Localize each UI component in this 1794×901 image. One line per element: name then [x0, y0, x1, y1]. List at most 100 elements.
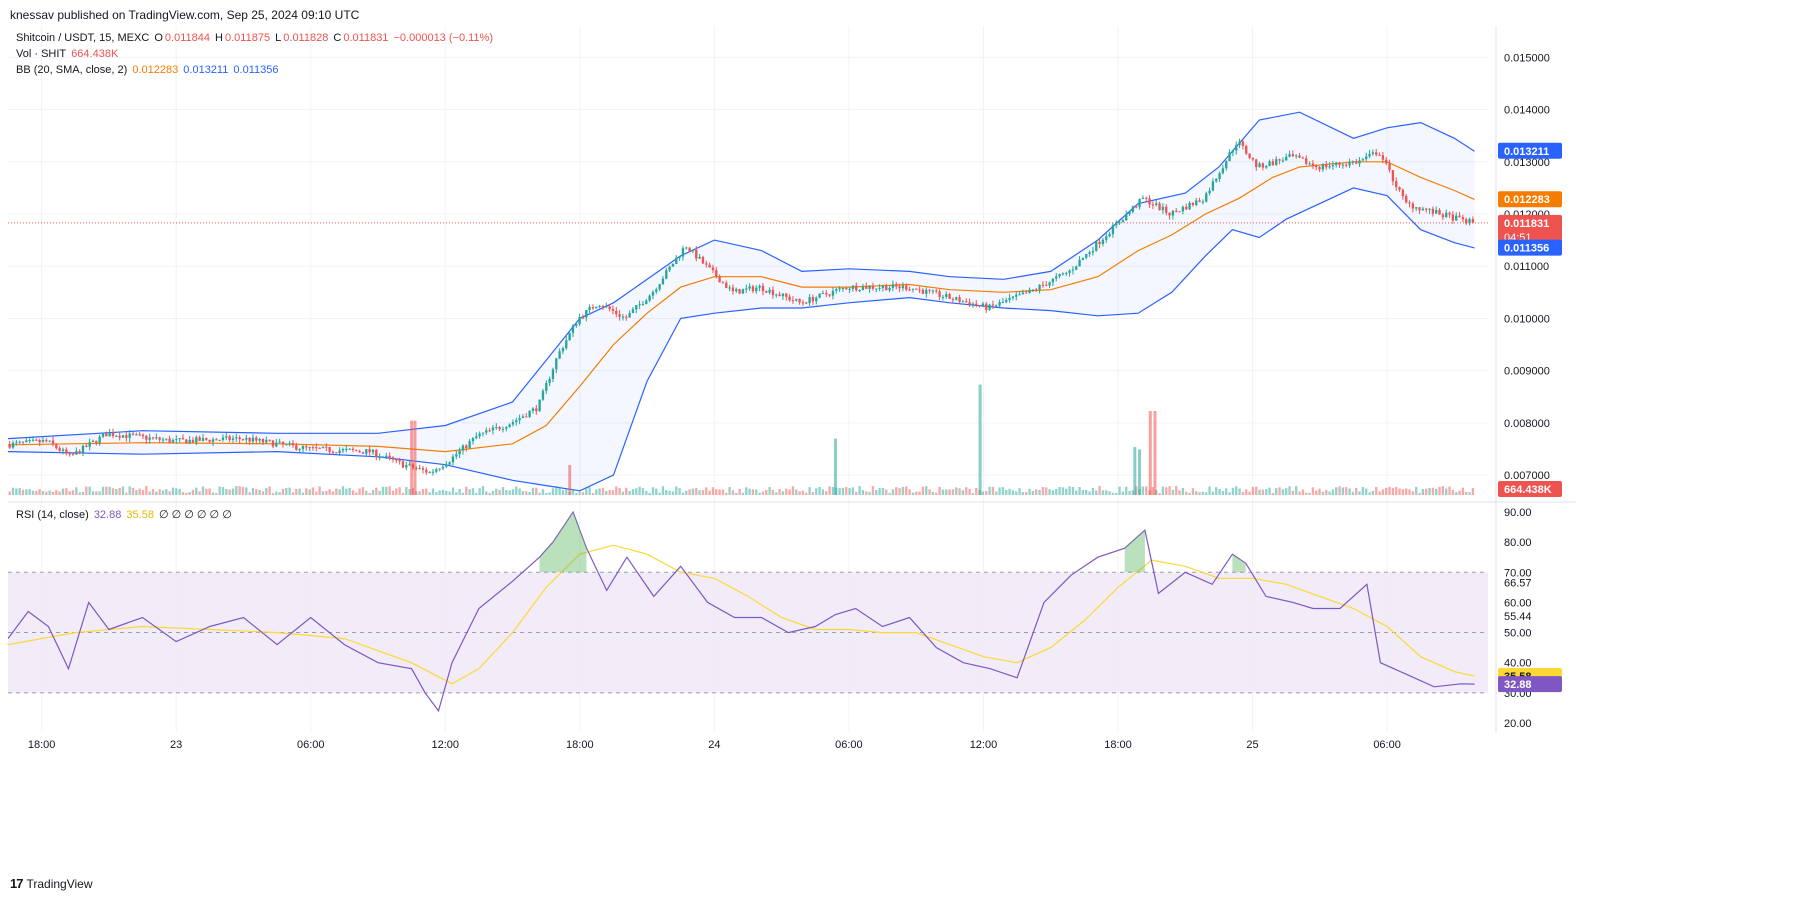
candle-body: [1085, 253, 1088, 258]
candle-body: [558, 351, 561, 359]
volume-bar: [478, 488, 481, 495]
tradingview-logo-icon: 17: [10, 876, 24, 891]
legend-change: −0.000013 (−0.11%): [393, 32, 493, 44]
candle-body: [565, 340, 568, 349]
candle-body: [508, 424, 511, 428]
candle-body: [138, 434, 141, 436]
candle-body: [1011, 296, 1015, 298]
volume-bar: [115, 489, 118, 495]
candle-body: [471, 437, 475, 442]
volume-bar: [1091, 488, 1095, 495]
candle-body: [1258, 163, 1261, 167]
volume-bar: [1301, 489, 1305, 495]
candle-body: [771, 289, 775, 296]
candle-body: [405, 465, 408, 468]
candle-body: [478, 433, 481, 437]
volume-bar: [8, 491, 11, 495]
candle-body: [858, 290, 861, 292]
candle-body: [18, 441, 21, 443]
volume-bar: [111, 488, 115, 495]
volume-spike: [978, 384, 982, 495]
candle-body: [935, 290, 938, 292]
volume-bar: [1338, 486, 1341, 495]
candle-body: [968, 302, 971, 306]
candle-body: [178, 438, 181, 440]
legend-high: 0.011875: [225, 32, 271, 44]
volume-bar: [28, 488, 31, 495]
volume-bar: [305, 488, 308, 495]
volume-bar: [965, 487, 968, 495]
volume-bar: [1465, 491, 1468, 495]
volume-bar: [1265, 489, 1268, 495]
candle-body: [1298, 155, 1301, 158]
volume-bar: [1065, 488, 1068, 495]
candle-body: [1308, 163, 1311, 165]
volume-bar: [778, 489, 781, 495]
candle-body: [201, 438, 205, 441]
volume-bar: [701, 490, 705, 495]
volume-bar: [1428, 487, 1431, 495]
volume-bar: [1071, 486, 1075, 495]
candle-body: [185, 439, 188, 444]
candle-body: [611, 309, 615, 311]
candle-body: [991, 304, 995, 306]
volume-bar: [505, 490, 508, 495]
volume-bar: [1228, 492, 1231, 495]
candle-body: [258, 438, 261, 441]
time-tick-label: 18:00: [566, 739, 594, 751]
volume-bar: [31, 490, 35, 495]
volume-bar: [745, 487, 748, 495]
volume-bar: [271, 492, 275, 495]
candle-body: [768, 289, 771, 293]
candle-body: [791, 300, 795, 302]
volume-bar: [545, 492, 548, 495]
candle-body: [738, 289, 741, 294]
candle-body: [965, 301, 968, 303]
candle-body: [65, 449, 68, 454]
volume-bar: [738, 488, 741, 495]
candle-body: [155, 437, 158, 439]
candle-body: [848, 288, 851, 290]
candle-body: [285, 443, 288, 445]
candle-body: [425, 469, 428, 473]
volume-bar: [275, 491, 278, 495]
candle-body: [928, 289, 931, 291]
candle-body: [475, 436, 478, 438]
candle-body: [661, 278, 665, 285]
legend-bb-upper: 0.013211: [183, 64, 229, 76]
legend-open-label: O: [154, 32, 163, 44]
candle-body: [238, 437, 241, 440]
chart-canvas[interactable]: 0.0150000.0140000.0130000.0120000.011000…: [8, 26, 1778, 866]
tradingview-brand[interactable]: 17 TradingView: [10, 876, 93, 891]
candle-body: [685, 247, 688, 249]
volume-bar: [251, 488, 255, 495]
candle-body: [335, 452, 338, 454]
candle-body: [271, 440, 275, 447]
candle-body: [785, 293, 788, 297]
candle-body: [1185, 206, 1188, 210]
volume-bar: [761, 491, 765, 495]
candle-body: [1438, 209, 1441, 215]
volume-bar: [1051, 490, 1055, 495]
candle-body: [158, 437, 161, 440]
rsi-tick-label: 60.00: [1504, 597, 1532, 609]
candle-body: [55, 444, 58, 449]
volume-bar: [451, 487, 455, 495]
candle-body: [1265, 166, 1268, 168]
volume-bar: [648, 492, 651, 495]
volume-bar: [1425, 488, 1428, 495]
candle-body: [1271, 161, 1275, 165]
candle-body: [325, 446, 328, 448]
candle-body: [625, 316, 628, 318]
volume-bar: [791, 486, 795, 495]
candle-body: [901, 285, 905, 289]
volume-bar: [715, 489, 718, 495]
volume-bar: [685, 490, 688, 495]
volume-bar: [981, 491, 985, 495]
candle-body: [1201, 201, 1205, 203]
volume-bar: [98, 491, 101, 495]
volume-bar: [1335, 487, 1338, 495]
volume-bar: [1365, 488, 1368, 495]
legend-low-label: L: [275, 32, 282, 44]
candle-body: [301, 446, 305, 450]
